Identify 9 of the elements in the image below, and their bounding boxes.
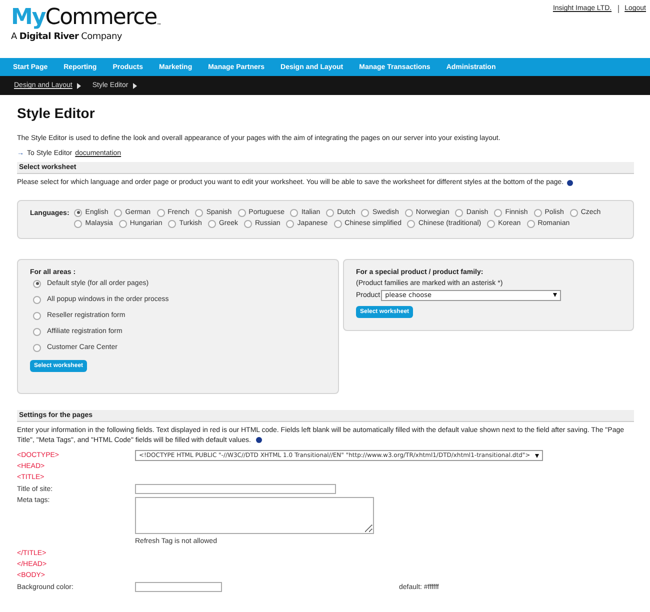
caret-icon: [133, 82, 138, 88]
title-input-field[interactable]: [135, 484, 336, 494]
logo-tagline: A Digital River Company: [11, 32, 122, 42]
meta-tags-field[interactable]: [135, 497, 374, 534]
help-icon[interactable]: [566, 180, 573, 186]
color-input-field[interactable]: [135, 582, 222, 592]
page-title: Style Editor: [17, 105, 96, 121]
caret-icon: [77, 82, 82, 88]
help-icon[interactable]: [256, 436, 262, 443]
